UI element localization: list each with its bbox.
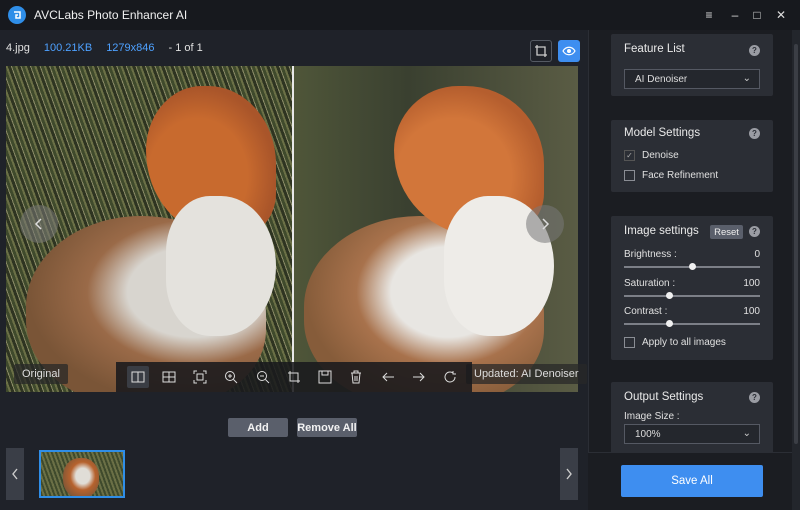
feature-select-value: AI Denoiser	[635, 73, 688, 85]
chevron-down-icon: ⌄	[742, 73, 751, 84]
zoom-out-button[interactable]	[252, 366, 274, 388]
zoom-out-icon	[256, 371, 270, 384]
feature-list-title: Feature List	[624, 43, 685, 55]
thumbs-next-button[interactable]	[560, 448, 578, 500]
thumbnail-item[interactable]	[39, 450, 125, 498]
app-logo-icon	[8, 6, 26, 24]
denoise-label: Denoise	[642, 150, 679, 161]
close-button[interactable]: ✕	[768, 0, 794, 30]
brightness-label: Brightness :	[624, 249, 677, 260]
brightness-slider[interactable]	[624, 263, 760, 270]
contrast-label: Contrast :	[624, 306, 668, 317]
face-refinement-label: Face Refinement	[642, 170, 719, 181]
denoise-checkbox[interactable]: ✓	[624, 150, 635, 161]
remove-all-button[interactable]: Remove All	[297, 418, 357, 437]
chevron-left-icon	[12, 468, 18, 480]
save-all-button[interactable]: Save All	[621, 465, 763, 497]
delete-icon	[351, 370, 362, 384]
saturation-slider-knob[interactable]	[665, 292, 673, 299]
panel-scrollbar-thumb[interactable]	[794, 44, 798, 444]
chevron-right-icon	[542, 218, 550, 230]
menu-icon[interactable]: ≡	[696, 0, 722, 30]
rotate-button[interactable]	[439, 366, 461, 388]
output-settings-card: Output Settings ? Image Size : 100% ⌄	[611, 382, 773, 454]
contrast-slider[interactable]	[624, 320, 760, 327]
preview-toolbar	[116, 362, 472, 392]
image-settings-title: Image settings	[624, 225, 699, 237]
next-image-button[interactable]	[526, 205, 564, 243]
redo-button[interactable]	[408, 366, 430, 388]
compare-split-icon	[131, 371, 145, 383]
image-size-select[interactable]: 100% ⌄	[624, 424, 760, 444]
feature-select[interactable]: AI Denoiser ⌄	[624, 69, 760, 89]
image-preview[interactable]	[6, 66, 578, 392]
zoom-in-icon	[225, 371, 238, 384]
contrast-slider-knob[interactable]	[665, 320, 673, 327]
chevron-right-icon	[566, 468, 572, 480]
add-button[interactable]: Add	[228, 418, 288, 437]
crop-icon	[535, 45, 547, 57]
crop-button[interactable]	[283, 366, 305, 388]
grid-view-button[interactable]	[158, 366, 180, 388]
saturation-value: 100	[743, 278, 760, 289]
model-settings-card: Model Settings ? ✓ Denoise Face Refineme…	[611, 120, 773, 192]
page-indicator: - 1 of 1	[168, 42, 203, 54]
image-size-label: Image Size :	[624, 411, 680, 422]
original-label: Original	[14, 364, 68, 384]
compare-split-button[interactable]	[126, 366, 149, 388]
brightness-value: 0	[754, 249, 760, 260]
rotate-icon	[444, 371, 457, 383]
help-icon[interactable]: ?	[749, 45, 760, 56]
saturation-slider[interactable]	[624, 292, 760, 299]
title-bar: AVCLabs Photo Enhancer AI	[0, 0, 800, 30]
reset-button[interactable]: Reset	[710, 225, 743, 239]
apply-all-checkbox[interactable]	[624, 337, 635, 348]
chevron-left-icon	[34, 218, 42, 230]
zoom-in-button[interactable]	[220, 366, 242, 388]
save-button[interactable]	[314, 366, 336, 388]
file-size: 100.21KB	[43, 42, 93, 54]
contrast-value: 100	[743, 306, 760, 317]
help-icon[interactable]: ?	[749, 226, 760, 237]
crop-toggle-button[interactable]	[530, 40, 552, 62]
eye-icon	[562, 46, 576, 56]
prev-image-button[interactable]	[20, 205, 58, 243]
maximize-button[interactable]: □	[744, 0, 770, 30]
feature-list-card: Feature List ? AI Denoiser ⌄	[611, 34, 773, 96]
app-title: AVCLabs Photo Enhancer AI	[34, 8, 188, 22]
grid-view-icon	[162, 371, 176, 383]
help-icon[interactable]: ?	[749, 392, 760, 403]
fit-screen-icon	[193, 370, 207, 384]
file-name: 4.jpg	[6, 42, 30, 54]
file-dimensions: 1279x846	[106, 42, 155, 54]
save-icon	[318, 370, 332, 384]
face-refinement-checkbox[interactable]	[624, 170, 635, 181]
fit-screen-button[interactable]	[189, 366, 211, 388]
output-settings-title: Output Settings	[624, 391, 704, 403]
arrow-left-icon	[382, 372, 394, 382]
preview-toggle-button[interactable]	[558, 40, 580, 62]
image-size-value: 100%	[635, 428, 661, 440]
help-icon[interactable]: ?	[749, 128, 760, 139]
settings-panel: Feature List ? AI Denoiser ⌄ Model Setti…	[588, 30, 800, 510]
delete-button[interactable]	[345, 366, 367, 388]
file-info-bar: 4.jpg 100.21KB 1279x846 - 1 of 1	[0, 30, 588, 66]
model-settings-title: Model Settings	[624, 127, 701, 139]
crop-icon	[287, 371, 300, 383]
brightness-slider-knob[interactable]	[689, 263, 696, 270]
arrow-right-icon	[413, 372, 425, 382]
updated-label: Updated: AI Denoiser	[466, 364, 587, 384]
apply-all-label: Apply to all images	[642, 337, 726, 348]
saturation-label: Saturation :	[624, 278, 676, 289]
undo-button[interactable]	[377, 366, 399, 388]
chevron-down-icon: ⌄	[742, 428, 751, 439]
thumbs-prev-button[interactable]	[6, 448, 24, 500]
image-settings-card: Image settings Reset ? Brightness : 0 Sa…	[611, 216, 773, 360]
